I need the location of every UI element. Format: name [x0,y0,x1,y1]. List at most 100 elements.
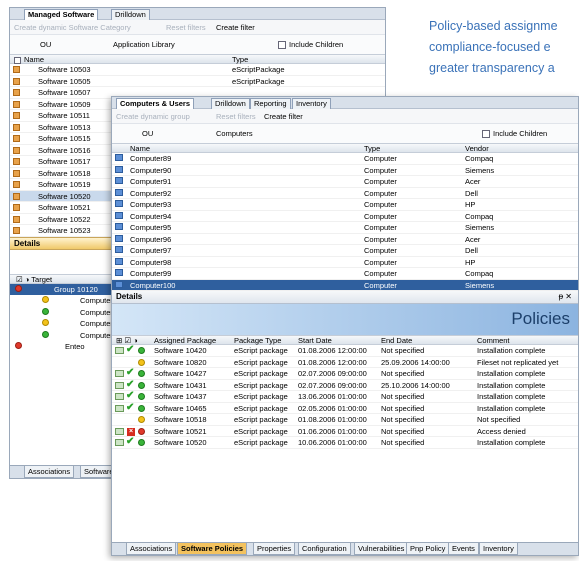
software-row[interactable]: Software 10503 eScriptPackage [10,64,385,76]
end-date: Not specified [381,369,425,378]
tab-inventory[interactable]: Inventory [479,543,518,555]
software-type: eScriptPackage [232,76,285,86]
computer-row[interactable]: Computer96 Computer Acer [112,234,578,245]
reset-filters-button[interactable]: Reset filters [166,23,206,32]
computer-name: Computer99 [130,269,172,278]
computer-vendor: Compaq [465,211,494,221]
tab-events[interactable]: Events [448,543,479,555]
policy-row[interactable]: ✔ Software 10465 eScript package 02.05.2006… [112,402,578,414]
computer-vendor: HP [465,200,476,209]
computer-name: Computer93 [130,200,172,209]
package-type: eScript package [234,369,288,378]
col-header-assigned-package[interactable]: Assigned Package [154,336,216,345]
computer-vendor: Siemens [465,280,495,290]
close-icon[interactable]: ᵽ ✕ [559,292,572,301]
package-icon [13,112,20,119]
computer-row[interactable]: Computer93 Computer HP [112,199,578,211]
tab-associations[interactable]: Associations [24,466,75,478]
policy-row[interactable]: ✔ Software 10520 eScript package 10.06.2006… [112,436,578,449]
col-header-package-type[interactable]: Package Type [234,336,281,345]
create-filter-button[interactable]: Create filter [216,23,255,32]
computer-name: Computer100 [130,280,176,290]
tree-item-label: Computer [80,330,113,340]
computer-row[interactable]: Computer92 Computer Dell [112,188,578,199]
software-name: Software 10505 [38,76,91,86]
policy-table-header: ⊞ ☑ ◑ Assigned Package Package Type Star… [112,335,578,345]
tab-pnp-policy[interactable]: Pnp Policy [406,543,450,555]
policy-row[interactable]: ✔ Software 10420 eScript package 01.08.2006… [112,344,578,357]
policy-comment: Installation complete [477,403,546,413]
front-bottom-tabs: Associations Software Policies Propertie… [112,542,578,555]
computer-row[interactable]: Computer90 Computer Siemens [112,165,578,176]
package-type: eScript package [234,380,288,390]
computer-type: Computer [364,269,397,278]
create-dynamic-category-button[interactable]: Create dynamic Software Category [14,23,131,32]
envelope-icon [115,347,124,354]
tree-enteo-label: Enteo [65,342,85,351]
computer-type: Computer [364,211,397,221]
tab-properties[interactable]: Properties [253,543,296,555]
col-header-comment[interactable]: Comment [477,336,510,345]
tab-configuration[interactable]: Configuration [298,543,351,555]
policy-row[interactable]: ✔ Software 10437 eScript package 13.06.2006… [112,390,578,403]
col-header-type[interactable]: Type [232,55,248,64]
package-icon [13,192,20,200]
create-dynamic-group-button[interactable]: Create dynamic group [116,112,190,121]
col-header-name[interactable]: Name [14,55,44,64]
computer-row[interactable]: Computer89 Computer Compaq [112,153,578,165]
pending-status-icon [42,296,49,303]
computer-row[interactable]: Computer91 Computer Acer [112,176,578,188]
computer-row[interactable]: Computer97 Computer Dell [112,245,578,257]
package-type: eScript package [234,346,288,355]
include-children-checkbox[interactable]: Include Children [278,40,343,50]
col-header-start-date[interactable]: Start Date [298,336,332,345]
computer-row[interactable]: Computer100 Computer Siemens [112,279,578,291]
start-date: 01.06.2006 01:00:00 [298,426,367,436]
computer-type: Computer [364,188,397,198]
pending-status-icon [42,319,49,326]
package-icon [13,227,20,234]
software-name: Software 10517 [38,157,91,166]
target-header-label[interactable]: ☑ ◑ Target [16,275,52,284]
tab-associations[interactable]: Associations [126,543,177,555]
tab-reporting[interactable]: Reporting [250,98,291,109]
col-header-type[interactable]: Type [364,144,380,153]
create-filter-button[interactable]: Create filter [264,112,303,121]
computer-row[interactable]: Computer99 Computer Compaq [112,268,578,280]
tab-vulnerabilities[interactable]: Vulnerabilities [354,543,409,555]
assigned-package: Software 10465 [154,403,207,413]
computer-row[interactable]: Computer95 Computer Siemens [112,222,578,234]
policy-row[interactable]: Software 10518 eScript package 01.08.2006 … [112,414,578,426]
assigned-package: Software 10420 [154,346,207,355]
computer-row[interactable]: Computer98 Computer HP [112,257,578,268]
policy-row[interactable]: ✔ Software 10427 eScript package 02.07.2006… [112,367,578,380]
computer-row[interactable]: Computer94 Computer Compaq [112,211,578,222]
col-header-end-date[interactable]: End Date [381,336,412,345]
computer-type: Computer [364,177,397,186]
software-name: Software 10516 [38,145,91,155]
tab-drilldown[interactable]: Drilldown [111,9,150,20]
policy-row[interactable]: Software 10820 eScript package 01.08.2006 … [112,357,578,368]
computer-name: Computer97 [130,246,172,255]
back-toolbar: Create dynamic Software Category Reset f… [10,20,385,35]
policy-row[interactable]: ✔ Software 10431 eScript package 02.07.2006… [112,379,578,391]
tree-item-label: Computer [80,307,113,317]
include-children-checkbox[interactable]: Include Children [482,129,547,139]
error-status-icon [15,342,22,349]
tab-drilldown[interactable]: Drilldown [211,98,250,109]
col-header-vendor[interactable]: Vendor [465,144,489,153]
tab-managed-software[interactable]: Managed Software [24,9,99,20]
computer-vendor: HP [465,257,476,267]
policy-row[interactable]: × Software 10521 eScript package 01.06.2006… [112,426,578,437]
software-row[interactable]: Software 10505 eScriptPackage [10,76,385,87]
tab-computers-users[interactable]: Computers & Users [116,98,195,109]
ok-status-icon [42,307,49,315]
end-date: Not specified [381,426,425,436]
software-name: Software 10521 [38,203,91,212]
reset-filters-button[interactable]: Reset filters [216,112,256,121]
tab-inventory[interactable]: Inventory [292,98,331,109]
tab-software-policies[interactable]: Software Policies [177,543,248,555]
col-header-name[interactable]: Name [130,144,150,153]
start-date: 02.07.2006 09:00:00 [298,369,367,378]
tree-item-label: Computer [80,319,113,328]
